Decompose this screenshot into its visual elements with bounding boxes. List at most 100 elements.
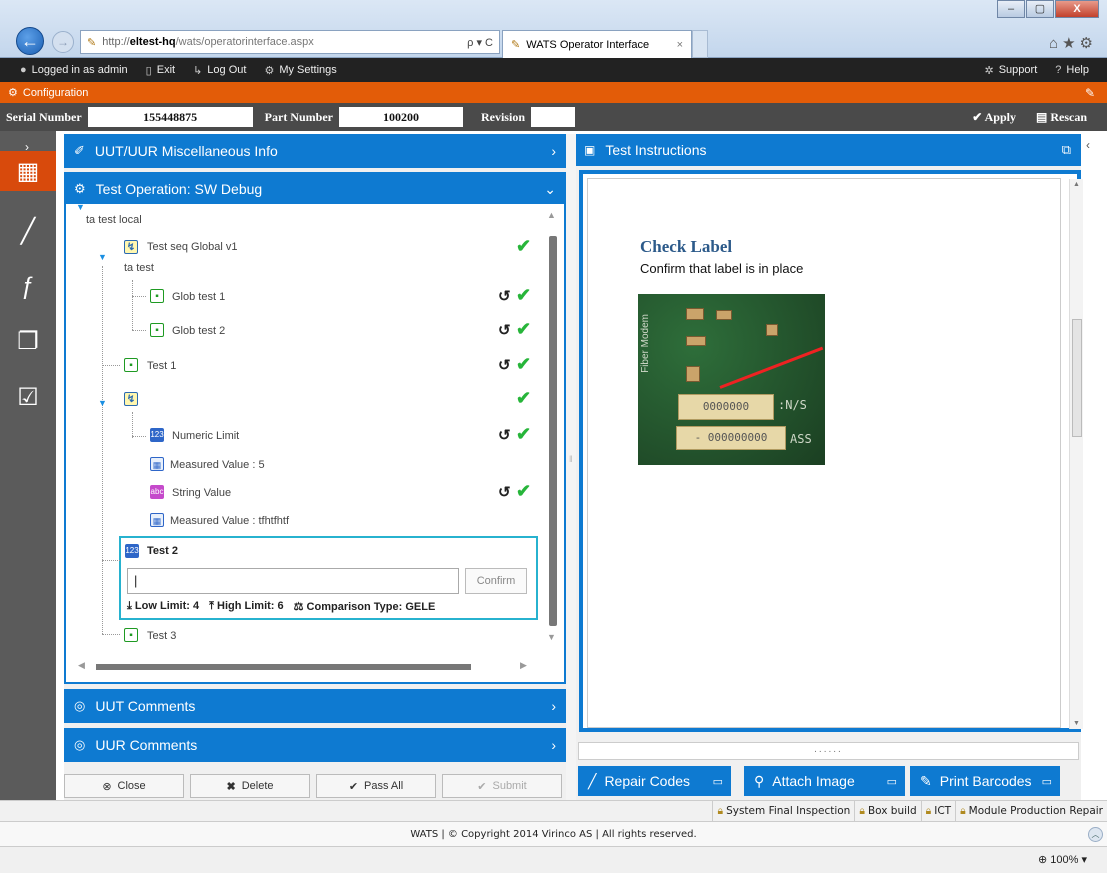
tree-glob-test-2[interactable]: Glob test 2 <box>172 325 225 337</box>
station-tab[interactable]: 🔒︎ Box build <box>854 801 920 821</box>
scroll-left-arrow-icon[interactable]: ◀ <box>78 660 85 671</box>
document-scroll-thumb[interactable] <box>1072 319 1082 437</box>
history-icon[interactable]: ↺ <box>498 483 511 501</box>
expand-triangle-icon[interactable]: ▼ <box>98 398 107 408</box>
support-label: Support <box>998 64 1038 76</box>
address-bar[interactable]: ✎ http:// eltest-hq /wats/operatorinterf… <box>80 30 500 54</box>
panel-splitter[interactable]: ‖ <box>566 134 576 800</box>
my-settings-button[interactable]: ⚙ My Settings <box>264 64 336 77</box>
measurement-input[interactable]: | <box>127 568 459 594</box>
station-label: Module Production Repair <box>968 805 1103 817</box>
tree-glob-test-1[interactable]: Glob test 1 <box>172 291 225 303</box>
address-controls[interactable]: ρ ▾ C <box>467 36 493 49</box>
action-button-row: ⊗ Close ✖ Delete ✔ Pass All ✔ Submit <box>64 774 566 800</box>
close-button[interactable]: ⊗ Close <box>64 774 184 798</box>
vertical-scrollbar[interactable] <box>549 236 557 626</box>
logout-button[interactable]: ↳ Log Out <box>193 64 246 77</box>
print-barcodes-label: Print Barcodes <box>939 773 1032 789</box>
test-notebook-icon[interactable]: ▦ <box>0 151 56 191</box>
tree-seq-global[interactable]: Test seq Global v1 <box>147 241 238 253</box>
accordion-test-operation[interactable]: ⚙ Test Operation: SW Debug ⌄ <box>64 172 566 206</box>
left-panel: ✐ UUT/UUR Miscellaneous Info › ⚙ Test Op… <box>64 134 566 800</box>
scroll-down-arrow-icon[interactable]: ▼ <box>547 632 556 642</box>
barcode-print-icon: ✎ <box>920 772 932 789</box>
history-icon[interactable]: ↺ <box>498 426 511 444</box>
exit-button[interactable]: ▯ Exit <box>146 64 175 77</box>
comparison-type: ⚖ Comparison Type: GELE <box>293 601 436 613</box>
serial-number-field[interactable]: 155448875 <box>87 107 253 127</box>
back-button[interactable]: ← <box>16 27 44 55</box>
configuration-label: Configuration <box>22 86 89 99</box>
maximize-button[interactable]: ▢ <box>1026 0 1054 18</box>
comment-icon: ◎ <box>74 737 86 752</box>
pass-check-icon: ✔ <box>516 354 532 374</box>
expand-square-icon[interactable]: ▭ <box>887 775 897 788</box>
document-vertical-scrollbar[interactable]: ▲ ▼ <box>1069 179 1083 729</box>
help-label: Help <box>1066 64 1089 76</box>
accordion-uut-comments[interactable]: ◎ UUT Comments › <box>64 689 566 723</box>
repair-tool-icon[interactable]: ƒ <box>0 267 56 307</box>
collapse-right-chevron-icon[interactable]: ‹ <box>1086 138 1090 152</box>
submit-button[interactable]: ✔ Submit <box>442 774 562 798</box>
brush-icon[interactable]: ╱ <box>0 211 56 251</box>
tree-numeric-limit[interactable]: Numeric Limit <box>172 430 239 442</box>
apply-button[interactable]: ✔ Apply <box>972 110 1026 125</box>
new-tab-button[interactable] <box>692 30 708 58</box>
limits-info: ⤓ Low Limit: 4 ⤒ High Limit: 6 ⚖ Compari… <box>127 600 435 613</box>
history-icon[interactable]: ↺ <box>498 287 511 305</box>
sequence-icon: ↯ <box>124 392 138 406</box>
part-number-field[interactable]: 100200 <box>338 107 463 127</box>
expand-square-icon[interactable]: ▭ <box>1042 775 1052 788</box>
popout-window-icon[interactable]: ⧉ <box>1062 142 1071 158</box>
scroll-up-arrow-icon[interactable]: ▲ <box>1073 181 1080 188</box>
history-icon[interactable]: ↺ <box>498 356 511 374</box>
station-tab[interactable]: 🔒︎ ICT <box>920 801 955 821</box>
checklist-icon[interactable]: ☑ <box>0 377 56 417</box>
close-label: Close <box>117 780 146 792</box>
pass-all-button[interactable]: ✔ Pass All <box>316 774 436 798</box>
expand-square-icon[interactable]: ▭ <box>713 775 723 788</box>
scroll-top-chevron-icon[interactable]: ︿ <box>1088 827 1103 842</box>
accordion-misc-info[interactable]: ✐ UUT/UUR Miscellaneous Info › <box>64 134 566 168</box>
forward-button[interactable]: → <box>52 31 74 53</box>
support-button[interactable]: ✲ Support <box>985 64 1038 77</box>
tree-test-3[interactable]: Test 3 <box>147 630 176 642</box>
help-button[interactable]: ? Help <box>1055 64 1089 77</box>
scroll-down-arrow-icon[interactable]: ▼ <box>1073 720 1080 727</box>
repair-codes-button[interactable]: ╱ Repair Codes ▭ <box>578 766 731 796</box>
zoom-control[interactable]: ⊕ 100% ▾ <box>1038 853 1087 866</box>
step-icon: ▪ <box>124 628 138 642</box>
history-icon[interactable]: ↺ <box>498 321 511 339</box>
browser-home-favorites-settings-icons[interactable]: ⌂★⚙ <box>1049 34 1097 52</box>
tree-string-value[interactable]: String Value <box>172 487 231 499</box>
station-tab[interactable]: 🔒︎ Module Production Repair <box>955 801 1107 821</box>
close-window-button[interactable]: X <box>1055 0 1099 18</box>
edit-pen-icon[interactable]: ✎ <box>1085 86 1095 100</box>
pcb-component <box>716 310 732 320</box>
rescan-button[interactable]: ▤ Rescan <box>1036 110 1097 125</box>
attach-image-button[interactable]: ⚲ Attach Image ▭ <box>744 766 905 796</box>
print-barcodes-button[interactable]: ✎ Print Barcodes ▭ <box>910 766 1060 796</box>
browser-tab[interactable]: ✎ WATS Operator Interface × <box>502 30 692 58</box>
confirm-button[interactable]: Confirm <box>465 568 527 594</box>
pcb-silkscreen-ass: ASS <box>790 432 812 446</box>
expand-triangle-icon[interactable]: ▼ <box>76 204 85 212</box>
tree-test-1[interactable]: Test 1 <box>147 360 176 372</box>
expand-rail-chevron-icon[interactable]: › <box>25 140 29 154</box>
horizontal-scrollbar[interactable] <box>96 664 471 670</box>
delete-button[interactable]: ✖ Delete <box>190 774 310 798</box>
minimize-button[interactable]: – <box>997 0 1025 18</box>
documents-icon[interactable]: ❐ <box>0 321 56 361</box>
high-limit: ⤒ High Limit: 6 <box>209 600 284 612</box>
revision-field[interactable] <box>531 107 575 127</box>
tab-close-icon[interactable]: × <box>677 39 683 51</box>
scroll-up-arrow-icon[interactable]: ▲ <box>547 210 556 220</box>
scroll-right-arrow-icon[interactable]: ▶ <box>520 660 527 671</box>
station-tab[interactable]: 🔒︎ System Final Inspection <box>712 801 854 821</box>
resize-handle[interactable]: ...... <box>578 742 1079 760</box>
configuration-bar[interactable]: ⚙ Configuration ✎ <box>0 82 1107 103</box>
close-circle-icon: ⊗ <box>102 780 112 793</box>
url-path: /wats/operatorinterface.aspx <box>175 36 314 48</box>
expand-triangle-icon[interactable]: ▼ <box>98 252 107 262</box>
accordion-uur-comments[interactable]: ◎ UUR Comments › <box>64 728 566 762</box>
